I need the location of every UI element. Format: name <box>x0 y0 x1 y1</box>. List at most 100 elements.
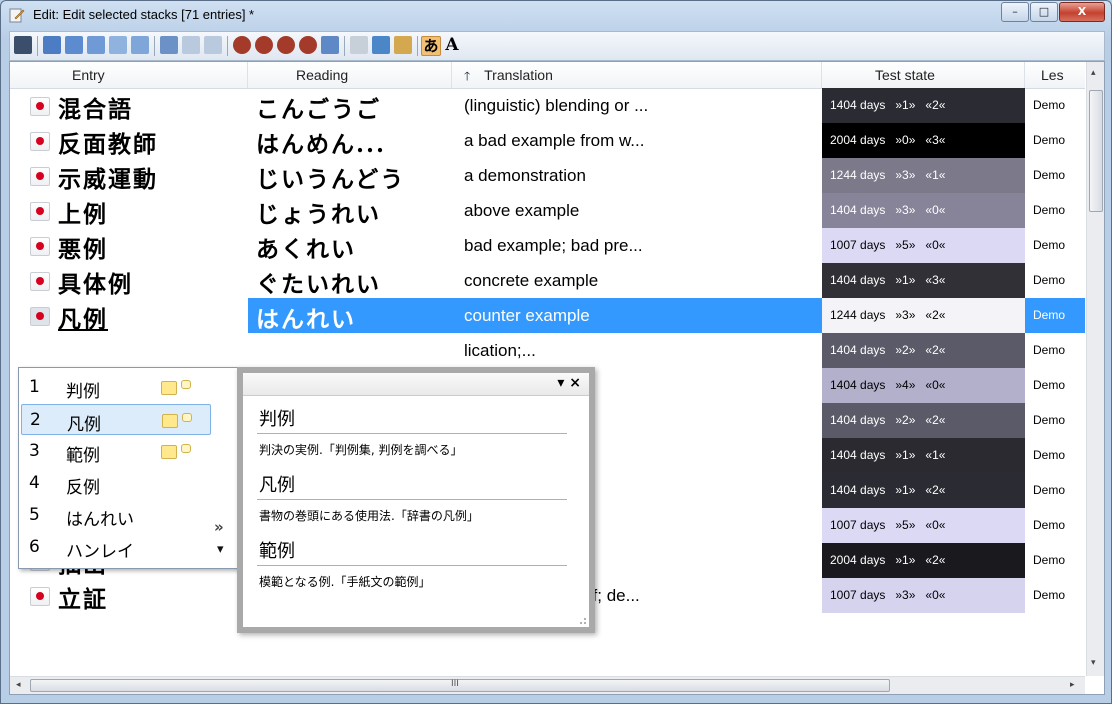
move-down-icon[interactable] <box>204 36 222 54</box>
entry-cell[interactable]: 凡例 <box>10 298 248 333</box>
candidate-item[interactable]: 1 判例 <box>21 372 209 402</box>
translation-cell[interactable]: lication;... <box>452 333 822 368</box>
table-row[interactable]: 具体例 ぐたいれい concrete example 1404 days »1» «3… <box>10 263 1085 298</box>
test-state-cell[interactable]: 1404 days »1» «3« <box>822 263 1025 298</box>
horizontal-scroll-thumb[interactable]: III <box>30 679 890 692</box>
entry-cell[interactable]: 上例 <box>10 193 248 228</box>
translation-cell[interactable]: (linguistic) blending or ... <box>452 88 822 123</box>
test-state-cell[interactable]: 1007 days »3» «0« <box>822 578 1025 613</box>
reading-cell[interactable]: はんめん... <box>248 123 452 158</box>
reading-cell[interactable]: あくれい <box>248 228 452 263</box>
test-state-cell[interactable]: 1404 days »2» «2« <box>822 403 1025 438</box>
stamp-1-icon[interactable] <box>233 36 251 54</box>
translation-cell[interactable]: a demonstration <box>452 158 822 193</box>
lesson-cell[interactable]: Demo <box>1025 543 1085 578</box>
reading-cell[interactable]: じょうれい <box>248 193 452 228</box>
cut-icon[interactable] <box>350 36 368 54</box>
reading-cell[interactable] <box>248 333 452 368</box>
entry-cell[interactable]: 反面教師 <box>10 123 248 158</box>
translation-cell[interactable]: bad example; bad pre... <box>452 228 822 263</box>
horizontal-scrollbar[interactable]: ◂ III ▸ <box>10 676 1085 694</box>
column-header-reading[interactable]: Reading <box>248 62 452 88</box>
stack-icon[interactable] <box>109 36 127 54</box>
table-row[interactable]: 悪例 あくれい bad example; bad pre... 1007 days »… <box>10 228 1085 263</box>
add-entry-icon[interactable] <box>65 36 83 54</box>
entry-cell[interactable]: 立証 <box>10 578 248 613</box>
vertical-scroll-thumb[interactable] <box>1089 90 1103 212</box>
entry-cell[interactable]: 具体例 <box>10 263 248 298</box>
test-state-cell[interactable]: 1007 days »5» «0« <box>822 508 1025 543</box>
candidate-item[interactable]: 5 はんれい <box>21 500 209 530</box>
import-icon[interactable] <box>321 36 339 54</box>
reading-cell[interactable]: はんれい <box>248 298 452 333</box>
candidate-item[interactable]: 4 反例 <box>21 468 209 498</box>
lesson-cell[interactable]: Demo <box>1025 228 1085 263</box>
column-header-test-state[interactable]: Test state <box>822 62 1025 88</box>
title-bar[interactable]: Edit: Edit selected stacks [71 entries] … <box>1 1 1111 29</box>
test-state-cell[interactable]: 1404 days »2» «2« <box>822 333 1025 368</box>
test-state-cell[interactable]: 1404 days »1» «1« <box>822 438 1025 473</box>
maximize-button[interactable]: □ <box>1030 2 1058 22</box>
test-state-cell[interactable]: 1404 days »4» «0« <box>822 368 1025 403</box>
translation-cell[interactable]: a bad example from w... <box>452 123 822 158</box>
popup-controls[interactable]: ▾ × <box>557 375 581 391</box>
translation-cell[interactable]: above example <box>452 193 822 228</box>
stamp-3-icon[interactable] <box>277 36 295 54</box>
note-icon[interactable] <box>161 445 177 459</box>
entry-cell[interactable]: 示威運動 <box>10 158 248 193</box>
lesson-cell[interactable]: Demo <box>1025 368 1085 403</box>
entry-icon[interactable] <box>43 36 61 54</box>
column-header-translation[interactable]: 🡑 Translation <box>452 62 822 88</box>
font-entry-icon[interactable] <box>131 36 149 54</box>
lesson-cell[interactable]: Demo <box>1025 298 1085 333</box>
test-state-cell[interactable]: 1404 days »1» «2« <box>822 473 1025 508</box>
test-state-cell[interactable]: 1007 days »5» «0« <box>822 228 1025 263</box>
table-row[interactable]: 反面教師 はんめん... a bad example from w... 2004 d… <box>10 123 1085 158</box>
split-icon[interactable] <box>160 36 178 54</box>
lesson-cell[interactable]: Demo <box>1025 333 1085 368</box>
column-header-entry[interactable]: Entry <box>10 62 248 88</box>
resize-grip-icon[interactable] <box>577 615 587 625</box>
lesson-cell[interactable]: Demo <box>1025 88 1085 123</box>
close-button[interactable]: X <box>1059 2 1105 22</box>
lesson-cell[interactable]: Demo <box>1025 438 1085 473</box>
test-state-cell[interactable]: 1244 days »3» «2« <box>822 298 1025 333</box>
reading-cell[interactable]: こんごうご <box>248 88 452 123</box>
test-state-cell[interactable]: 1404 days »3» «0« <box>822 193 1025 228</box>
font-button[interactable]: A <box>443 36 461 54</box>
expand-candidates-icon[interactable]: » <box>214 518 224 536</box>
stamp-2-icon[interactable] <box>255 36 273 54</box>
candidate-item[interactable]: 3 範例 <box>21 436 209 466</box>
lesson-cell[interactable]: Demo <box>1025 193 1085 228</box>
save-icon[interactable] <box>14 36 32 54</box>
table-row[interactable]: 上例 じょうれい above example 1404 days »3» «0« Dem… <box>10 193 1085 228</box>
translation-cell[interactable]: concrete example <box>452 263 822 298</box>
copy-icon[interactable] <box>372 36 390 54</box>
reading-cell[interactable]: ぐたいれい <box>248 263 452 298</box>
lesson-cell[interactable]: Demo <box>1025 508 1085 543</box>
test-state-cell[interactable]: 1404 days »1» «2« <box>822 88 1025 123</box>
column-header-lesson[interactable]: Les <box>1025 62 1085 88</box>
scroll-up-icon[interactable]: ▴ <box>1091 68 1096 78</box>
table-row[interactable]: 示威運動 じいうんどう a demonstration 1244 days »3» «… <box>10 158 1085 193</box>
test-state-cell[interactable]: 2004 days »1» «2« <box>822 543 1025 578</box>
entry-cell[interactable] <box>10 333 248 368</box>
entry-cell[interactable]: 混合語 <box>10 88 248 123</box>
kana-toggle-button[interactable]: あ <box>421 36 441 56</box>
note-icon[interactable] <box>161 381 177 395</box>
lesson-cell[interactable]: Demo <box>1025 578 1085 613</box>
reading-cell[interactable]: じいうんどう <box>248 158 452 193</box>
scroll-right-icon[interactable]: ▸ <box>1070 680 1075 690</box>
table-row[interactable]: 混合語 こんごうご (linguistic) blending or ... 1404… <box>10 88 1085 123</box>
lesson-cell[interactable]: Demo <box>1025 158 1085 193</box>
test-state-cell[interactable]: 1244 days »3» «1« <box>822 158 1025 193</box>
lesson-cell[interactable]: Demo <box>1025 123 1085 158</box>
candidate-item[interactable]: 2 凡例 <box>21 404 211 435</box>
candidate-item[interactable]: 6 ハンレイ <box>21 532 209 562</box>
stamp-4-icon[interactable] <box>299 36 317 54</box>
scroll-left-icon[interactable]: ◂ <box>16 680 21 690</box>
table-row[interactable]: 凡例 はんれい counter example 1244 days »3» «2« De… <box>10 298 1085 333</box>
table-row[interactable]: lication;... 1404 days »2» «2« Demo <box>10 333 1085 368</box>
lesson-cell[interactable]: Demo <box>1025 473 1085 508</box>
test-state-cell[interactable]: 2004 days »0» «3« <box>822 123 1025 158</box>
